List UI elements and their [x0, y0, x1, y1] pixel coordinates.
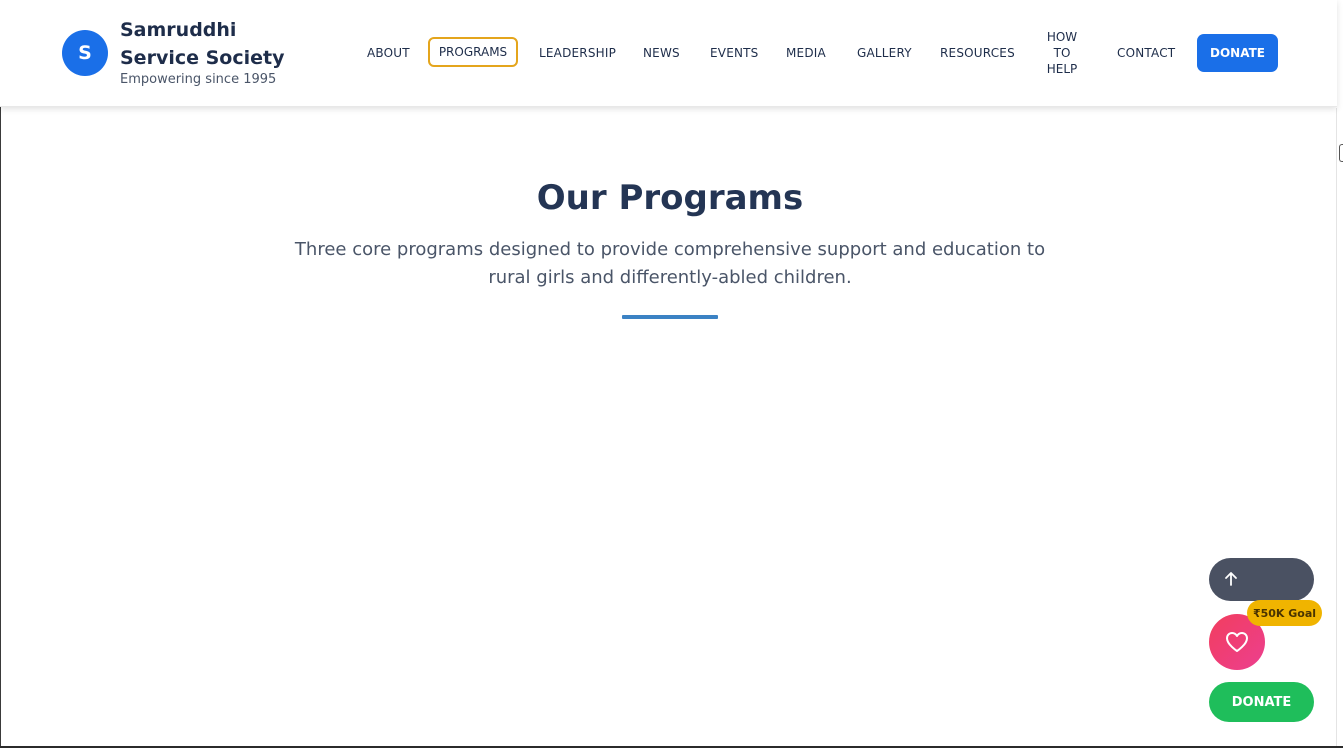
arrow-up-icon	[1225, 572, 1237, 586]
floating-donate-button[interactable]: DONATE	[1209, 682, 1314, 722]
header-donate-button[interactable]: DONATE	[1197, 34, 1278, 72]
org-tagline: Empowering since 1995	[120, 72, 277, 87]
header-donate-label: DONATE	[1210, 46, 1265, 60]
nav-resources[interactable]: RESOURCES	[940, 46, 1015, 60]
floating-donate-label: DONATE	[1231, 694, 1292, 710]
logo-letter: S	[78, 42, 92, 64]
nav-events[interactable]: EVENTS	[710, 46, 759, 60]
site-header: S Samruddhi Service Society Empowering s…	[0, 0, 1337, 107]
nav-how-to-help-line-2: TO	[1053, 46, 1071, 60]
nav-programs-label: PROGRAMS	[438, 45, 508, 59]
nav-how-to-help-line-1: HOW	[1046, 30, 1078, 44]
window-left-border	[0, 0, 1, 748]
nav-how-to-help-line-3: HELP	[1046, 62, 1078, 76]
nav-media[interactable]: MEDIA	[786, 46, 826, 60]
nav-leadership[interactable]: LEADERSHIP	[539, 46, 616, 60]
section-subtitle: Three core programs designed to provide …	[290, 236, 1050, 292]
nav-programs[interactable]: PROGRAMS	[428, 37, 518, 67]
page: S Samruddhi Service Society Empowering s…	[0, 0, 1343, 748]
goal-badge: ₹50K Goal	[1247, 600, 1322, 626]
nav-news[interactable]: NEWS	[643, 46, 680, 60]
subtitle-line-1: Three core programs designed to provide …	[294, 239, 1046, 260]
logo-badge[interactable]: S	[62, 30, 108, 76]
subtitle-line-2: rural girls and differently-abled childr…	[488, 267, 852, 288]
scrollbar-handle[interactable]	[1339, 144, 1343, 162]
page-title: Our Programs	[536, 178, 804, 218]
nav-gallery[interactable]: GALLERY	[857, 46, 912, 60]
title-divider	[622, 315, 718, 319]
scroll-to-top-button[interactable]	[1209, 558, 1314, 601]
nav-contact[interactable]: CONTACT	[1117, 46, 1175, 60]
org-name[interactable]: Samruddhi Service Society	[120, 16, 320, 72]
heart-icon	[1226, 632, 1248, 652]
nav-how-to-help[interactable]: HOW TO HELP	[1040, 29, 1084, 77]
nav-about[interactable]: ABOUT	[367, 46, 410, 60]
